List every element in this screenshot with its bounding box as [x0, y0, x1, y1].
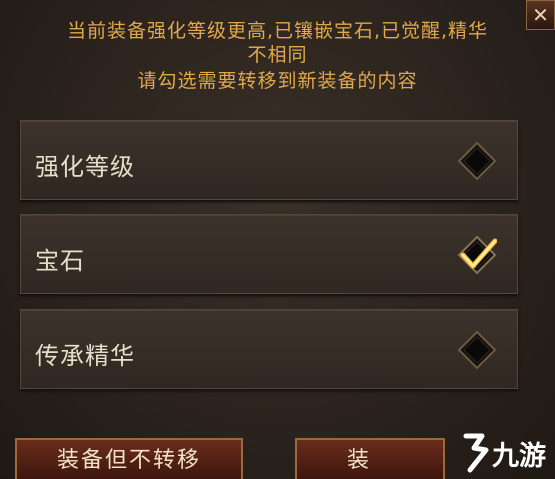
dialog-message-line1: 当前装备强化等级更高,已镶嵌宝石,已觉醒,精华 — [66, 20, 489, 42]
checkbox-icon[interactable] — [457, 330, 497, 370]
equip-without-transfer-button[interactable]: 装备但不转移 — [15, 438, 243, 479]
dialog-message-line2: 不相同 — [247, 44, 308, 66]
equip-and-transfer-button[interactable]: 装 — [295, 438, 445, 479]
checkbox-checked-icon[interactable] — [457, 235, 497, 275]
option-gem[interactable]: 宝石 — [20, 214, 518, 294]
option-enhance-level[interactable]: 强化等级 — [20, 120, 518, 200]
option-inherit-essence[interactable]: 传承精华 — [20, 309, 518, 389]
option-label: 强化等级 — [35, 153, 135, 181]
checkbox-icon[interactable] — [457, 141, 497, 181]
transfer-dialog: ✕ 当前装备强化等级更高,已镶嵌宝石,已觉醒,精华 不相同 请勾选需要转移到新装… — [0, 0, 555, 479]
dialog-message-line3: 请勾选需要转移到新装备的内容 — [137, 70, 418, 92]
option-label: 宝石 — [35, 247, 85, 275]
option-label: 传承精华 — [35, 342, 135, 370]
watermark-text: 九游 — [492, 441, 546, 472]
